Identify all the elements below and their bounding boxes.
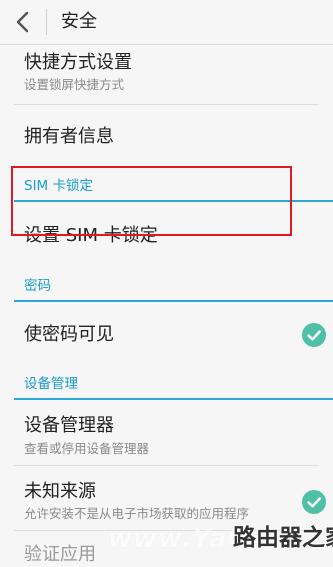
set-sim-lock-item[interactable]: 设置 SIM 卡锁定 xyxy=(0,203,333,269)
password-visible-checkbox[interactable] xyxy=(302,323,326,347)
section-rule xyxy=(14,300,333,302)
set-sim-lock-title: 设置 SIM 卡锁定 xyxy=(24,225,158,246)
section-rule xyxy=(14,200,333,202)
section-device-management-label: 设备管理 xyxy=(24,376,78,392)
verify-apps-title: 验证应用 xyxy=(24,544,96,565)
action-bar: 安全 xyxy=(0,0,333,45)
password-visible-item[interactable]: 使密码可见 xyxy=(0,303,333,366)
section-password: 密码 xyxy=(0,270,333,302)
owner-info-title: 拥有者信息 xyxy=(24,126,114,147)
watermark-text: www.YaO xyxy=(108,524,251,554)
shortcut-settings-subtitle: 设置锁屏快捷方式 xyxy=(24,77,125,92)
unknown-sources-checkbox[interactable] xyxy=(302,490,326,514)
page-title: 安全 xyxy=(61,11,97,32)
owner-info-item[interactable]: 拥有者信息 xyxy=(0,105,333,169)
watermark-logo-text: 路由器之家 xyxy=(233,525,333,551)
section-rule xyxy=(14,398,333,400)
device-admin-item[interactable]: 设备管理器 查看或停用设备管理器 xyxy=(0,401,333,465)
checkmark-icon xyxy=(307,330,321,341)
shortcut-settings-item[interactable]: 快捷方式设置 设置锁屏快捷方式 xyxy=(0,45,333,104)
unknown-sources-subtitle: 允许安装不是从电子市场获取的应用程序 xyxy=(24,506,250,521)
section-sim-lock-label: SIM 卡锁定 xyxy=(24,178,93,194)
unknown-sources-item[interactable]: 未知来源 允许安装不是从电子市场获取的应用程序 xyxy=(0,466,333,530)
header-divider xyxy=(46,9,47,35)
password-visible-title: 使密码可见 xyxy=(24,324,114,345)
device-admin-subtitle: 查看或停用设备管理器 xyxy=(24,441,150,456)
shortcut-settings-title: 快捷方式设置 xyxy=(24,52,132,73)
checkmark-icon xyxy=(307,497,321,508)
device-admin-title: 设备管理器 xyxy=(24,415,114,436)
unknown-sources-title: 未知来源 xyxy=(24,481,96,502)
section-sim-lock: SIM 卡锁定 xyxy=(0,170,333,202)
section-device-management: 设备管理 xyxy=(0,368,333,400)
section-password-label: 密码 xyxy=(24,278,51,294)
back-arrow-icon[interactable] xyxy=(12,10,32,34)
